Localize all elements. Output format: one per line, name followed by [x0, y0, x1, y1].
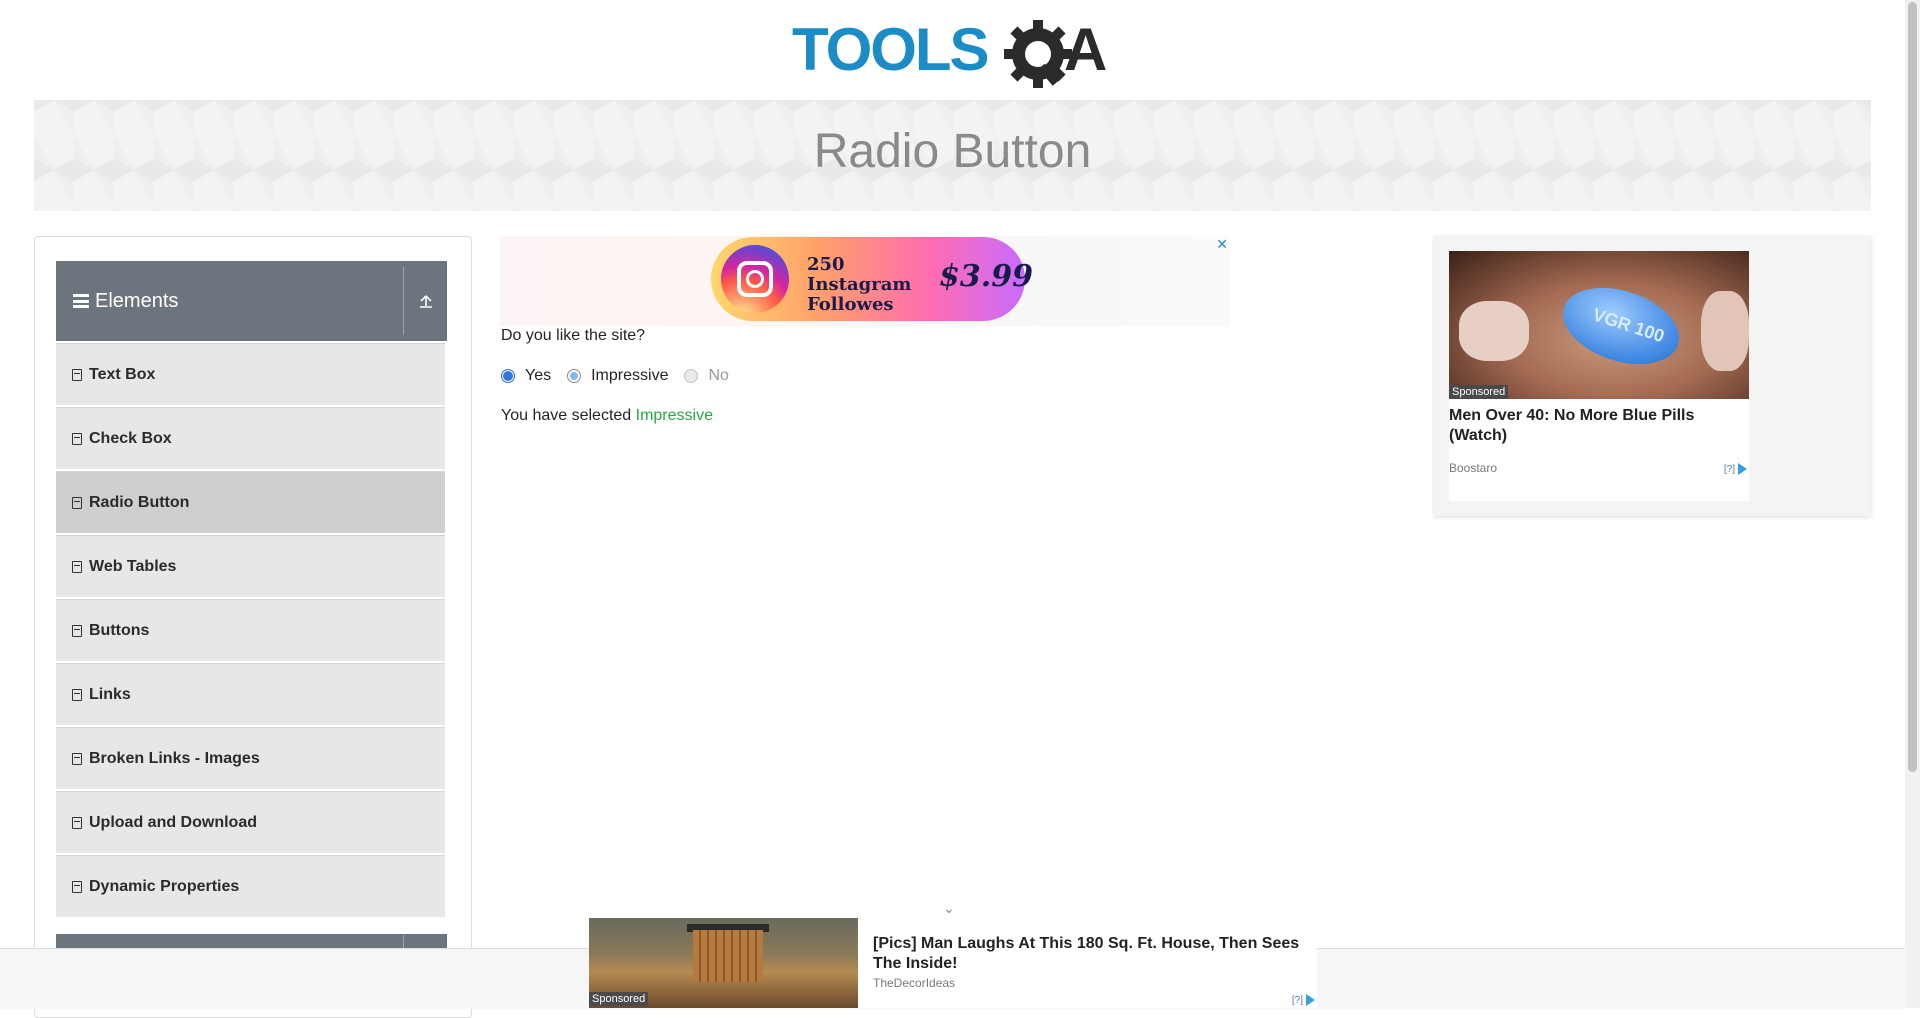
menu-icon: [73, 294, 89, 308]
chevron-down-icon[interactable]: ⌄: [943, 900, 955, 917]
instagram-icon: [721, 245, 789, 313]
sidebar-item-text-box[interactable]: Text Box: [56, 343, 445, 405]
radio-group: Yes Impressive No: [501, 367, 745, 385]
radio-label[interactable]: Impressive: [591, 367, 668, 385]
ad-image: VGR 100: [1449, 251, 1749, 399]
item-icon: [71, 816, 83, 830]
result-value: Impressive: [635, 407, 713, 424]
sponsored-badge: Sponsored: [589, 992, 649, 1006]
ad-bottom[interactable]: Sponsored [Pics] Man Laughs At This 180 …: [589, 918, 1317, 1008]
radio-circle[interactable]: [501, 369, 515, 383]
item-icon: [71, 496, 83, 510]
pill-graphic: VGR 100: [1553, 274, 1689, 378]
radio-no: No: [684, 367, 729, 385]
sidebar-item-check-box[interactable]: Check Box: [56, 407, 445, 469]
item-icon: [71, 752, 83, 766]
radio-label[interactable]: Yes: [525, 367, 551, 385]
radio-question: Do you like the site?: [501, 327, 646, 344]
group-title-label: Elements: [95, 289, 179, 312]
logo-letter: A: [1064, 16, 1108, 83]
adchoices-icon[interactable]: [?]: [1724, 463, 1747, 475]
sidebar-menu: Text Box Check Box Radio Button Web Tabl…: [56, 343, 445, 919]
sidebar-item-radio-button[interactable]: Radio Button: [56, 471, 445, 533]
page-banner: Radio Button: [34, 100, 1871, 211]
ad-price: $3.99: [939, 259, 1033, 294]
page-title: Radio Button: [813, 125, 1092, 178]
ad-source[interactable]: Boostaro: [1449, 461, 1497, 475]
ad-headline[interactable]: [Pics] Man Laughs At This 180 Sq. Ft. Ho…: [873, 934, 1313, 974]
sponsored-badge: Sponsored: [1449, 385, 1509, 399]
radio-circle: [684, 369, 699, 383]
collapse-icon[interactable]: [403, 267, 447, 335]
sidebar-item-links[interactable]: Links: [56, 663, 445, 725]
sidebar-item-broken-links[interactable]: Broken Links - Images: [56, 727, 445, 789]
scrollbar-thumb[interactable]: [1908, 2, 1917, 772]
selection-result: You have selected Impressive: [501, 407, 713, 425]
item-icon: [71, 432, 83, 446]
sidebar-item-dynamic-properties[interactable]: Dynamic Properties: [56, 855, 445, 917]
radio-circle[interactable]: [567, 369, 582, 383]
ad-source[interactable]: TheDecorIdeas: [873, 976, 955, 990]
ad-sidebar-right[interactable]: VGR 100 Sponsored Men Over 40: No More B…: [1434, 236, 1871, 516]
item-icon: [71, 880, 83, 894]
ad-image: 250 Instagram Followes $3.99: [711, 237, 1033, 321]
group-header-elements[interactable]: Elements: [56, 261, 447, 341]
ad-headline[interactable]: Men Over 40: No More Blue Pills (Watch): [1449, 406, 1749, 446]
item-icon: [71, 560, 83, 574]
sidebar-item-buttons[interactable]: Buttons: [56, 599, 445, 661]
item-icon: [71, 624, 83, 638]
sidebar-item-upload-download[interactable]: Upload and Download: [56, 791, 445, 853]
item-icon: [71, 688, 83, 702]
item-icon: [71, 368, 83, 382]
ad-card[interactable]: VGR 100 Sponsored Men Over 40: No More B…: [1449, 251, 1749, 501]
adchoices-icon[interactable]: [?]: [1292, 994, 1315, 1006]
result-prefix: You have selected: [501, 407, 636, 424]
radio-label: No: [708, 367, 729, 384]
ad-text: 250 Instagram Followes: [807, 254, 912, 315]
logo-wordmark: TOOLS: [792, 16, 990, 83]
sidebar-item-web-tables[interactable]: Web Tables: [56, 535, 445, 597]
scrollbar[interactable]: [1905, 0, 1920, 1008]
radio-yes[interactable]: Yes: [501, 367, 551, 385]
group-title: Elements: [56, 290, 403, 313]
radio-impressive[interactable]: Impressive: [567, 367, 668, 385]
ad-banner-top[interactable]: 250 Instagram Followes $3.99 ✕: [500, 236, 1230, 326]
toolsqa-logo[interactable]: TOOLS A: [792, 16, 1118, 92]
close-icon[interactable]: ✕: [1216, 236, 1228, 253]
